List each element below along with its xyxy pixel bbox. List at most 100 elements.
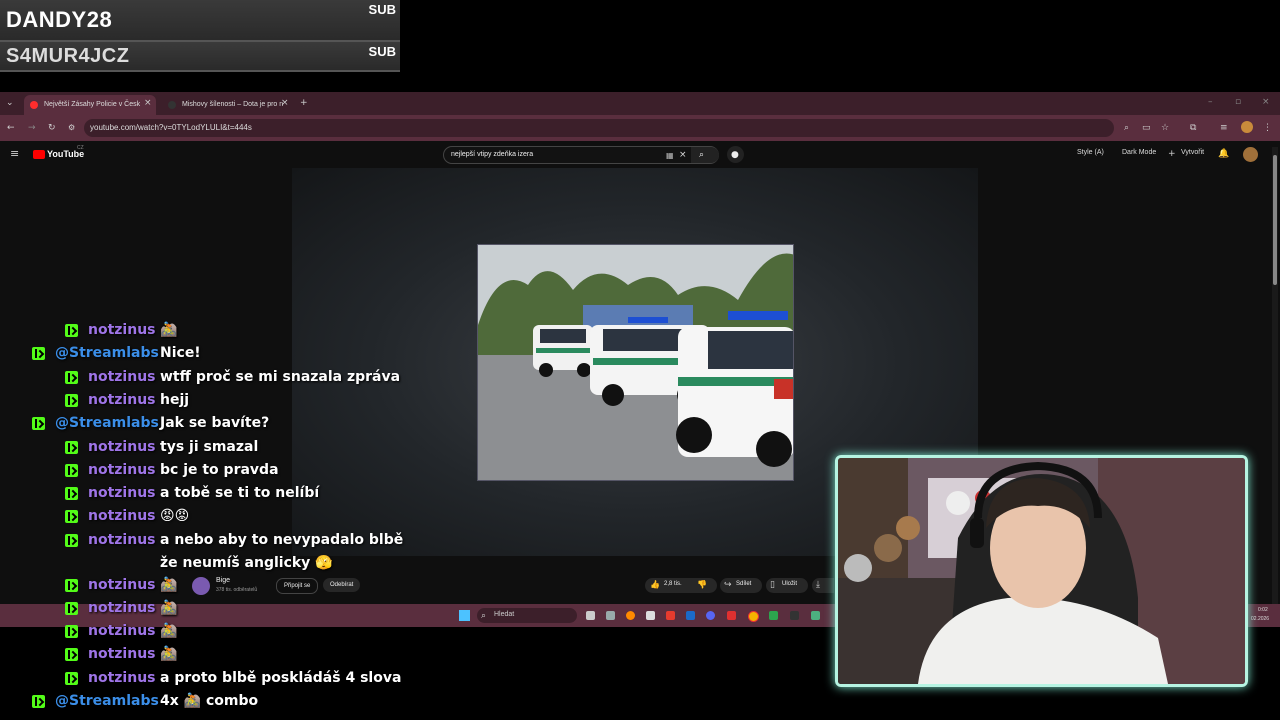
- address-bar: ← → ↻ ⚙ youtube.com/watch?v=0TYLodYLULI&…: [0, 115, 1280, 141]
- chat-username: notzinus: [88, 439, 156, 455]
- channel-avatar[interactable]: [192, 577, 210, 595]
- app-icon[interactable]: [727, 611, 736, 620]
- sub-alert-tag: SUB: [368, 44, 396, 59]
- translate-icon[interactable]: ≡: [1220, 122, 1228, 134]
- app-icon[interactable]: [646, 611, 655, 620]
- reload-icon[interactable]: ↻: [48, 122, 56, 134]
- app-icon[interactable]: [811, 611, 820, 620]
- page-scrollbar[interactable]: [1272, 147, 1278, 625]
- app-icon[interactable]: [626, 611, 635, 620]
- windows-start-icon[interactable]: [459, 610, 470, 621]
- chat-username: @Streamlabs: [55, 345, 159, 361]
- kick-badge-icon: [65, 510, 78, 523]
- search-input[interactable]: nejlepší vtipy zdeňka izera ▦ × ⌕: [443, 146, 719, 164]
- taskbar-clock[interactable]: 0:02: [1258, 607, 1268, 613]
- notifications-bell-icon[interactable]: 🔔: [1218, 148, 1229, 160]
- voice-search-button[interactable]: ●: [727, 146, 744, 163]
- share-button[interactable]: ↪ Sdílet: [720, 578, 762, 593]
- chat-message-text: 🚵: [160, 322, 178, 338]
- profile-avatar[interactable]: [1241, 121, 1253, 133]
- taskbar-date[interactable]: 02.2026: [1251, 616, 1269, 622]
- chat-message-text: 😡😡: [160, 508, 190, 524]
- kick-badge-icon: [32, 347, 45, 360]
- youtube-logo-icon[interactable]: [33, 150, 45, 159]
- close-tab-icon[interactable]: ×: [281, 97, 289, 109]
- tab-inactive[interactable]: Mishovy šílenosti – Dota je pro n: [162, 95, 290, 115]
- tab-bar: ⌄ Největší Zásahy Policie v Česk × Misho…: [0, 92, 1280, 115]
- create-plus-icon[interactable]: +: [1168, 148, 1176, 160]
- kick-badge-icon: [65, 371, 78, 384]
- scrollbar-thumb[interactable]: [1273, 155, 1277, 285]
- zoom-icon[interactable]: ⌕: [1124, 122, 1129, 134]
- tab-label: Mishovy šílenosti – Dota je pro n: [182, 101, 284, 108]
- sub-alert-1: DANDY28 SUB: [0, 0, 400, 42]
- dark-mode-button[interactable]: Dark Mode: [1122, 149, 1156, 156]
- url-text: youtube.com/watch?v=0TYLodYLULI&t=444s: [90, 123, 252, 132]
- close-window-icon[interactable]: ×: [1262, 96, 1270, 108]
- download-button[interactable]: ⤓: [812, 578, 834, 593]
- menu-icon[interactable]: ⋮: [1263, 122, 1272, 134]
- chrome-icon[interactable]: [748, 611, 759, 622]
- create-button[interactable]: Vytvořit: [1181, 149, 1204, 156]
- cast-icon[interactable]: ▭: [1142, 122, 1151, 134]
- task-view-icon[interactable]: [586, 611, 595, 620]
- taskbar-search[interactable]: ⌕ Hledat: [477, 608, 577, 623]
- save-button[interactable]: ▯ Uložit: [766, 578, 808, 593]
- chat-username: notzinus: [88, 532, 156, 548]
- microphone-icon: ●: [731, 150, 739, 160]
- chat-message-text: bc je to pravda: [160, 462, 279, 478]
- new-tab-icon[interactable]: +: [300, 97, 308, 109]
- chat-username: notzinus: [88, 670, 156, 686]
- kick-badge-icon: [65, 648, 78, 661]
- youtube-logo-country: CZ: [77, 145, 84, 151]
- maximize-icon[interactable]: ▫: [1235, 96, 1241, 108]
- sub-alert-tag: SUB: [368, 2, 396, 17]
- taskbar-search-icon: ⌕: [481, 611, 487, 621]
- webcam-feed: [835, 455, 1248, 687]
- keyboard-icon[interactable]: ▦: [666, 150, 674, 162]
- search-icon: ⌕: [699, 150, 705, 160]
- kick-badge-icon: [65, 487, 78, 500]
- site-info-icon[interactable]: ⚙: [68, 122, 75, 134]
- steam-icon[interactable]: [686, 611, 695, 620]
- dislike-icon[interactable]: 👎: [697, 579, 707, 591]
- search-button[interactable]: ⌕: [691, 147, 719, 163]
- tab-list-icon[interactable]: ⌄: [6, 97, 14, 109]
- like-icon[interactable]: 👍: [650, 579, 660, 591]
- subscribe-button[interactable]: Odebírat: [323, 578, 361, 592]
- chat-username: notzinus: [88, 322, 156, 338]
- like-count[interactable]: 2,8 tis.: [664, 581, 682, 587]
- sub-alert-name: DANDY28: [6, 7, 113, 32]
- back-icon[interactable]: ←: [7, 122, 15, 134]
- search-value: nejlepší vtipy zdeňka izera: [451, 151, 534, 158]
- tab-active[interactable]: Největší Zásahy Policie v Česk: [24, 95, 156, 115]
- app-icon[interactable]: [790, 611, 799, 620]
- minimize-icon[interactable]: –: [1208, 96, 1213, 108]
- bookmark-star-icon[interactable]: ☆: [1161, 122, 1169, 134]
- chat-message-text: 🚵: [160, 623, 178, 639]
- kick-badge-icon: [65, 672, 78, 685]
- subscriber-count: 378 tis. odběratelů: [216, 587, 258, 593]
- user-avatar[interactable]: [1243, 147, 1258, 162]
- extensions-icon[interactable]: ⧉: [1190, 122, 1196, 134]
- chat-message-text: wtff proč se mi snazala zpráva: [160, 369, 401, 385]
- channel-name[interactable]: Bige: [216, 577, 230, 584]
- url-input[interactable]: youtube.com/watch?v=0TYLodYLULI&t=444s: [84, 119, 1114, 137]
- widgets-icon[interactable]: [606, 611, 615, 620]
- police-cars-photo: [478, 245, 793, 480]
- join-button[interactable]: Připojit se: [276, 578, 319, 594]
- clear-search-icon[interactable]: ×: [679, 149, 687, 161]
- kick-badge-icon: [65, 534, 78, 547]
- style-button[interactable]: Style (A): [1077, 149, 1104, 156]
- discord-icon[interactable]: [706, 611, 715, 620]
- chat-message-text: a proto blbě poskládáš 4 slova: [160, 670, 402, 686]
- app-icon[interactable]: [666, 611, 675, 620]
- chat-message-text: a tobě se ti to nelíbí: [160, 485, 320, 501]
- close-tab-icon[interactable]: ×: [144, 97, 152, 109]
- hamburger-icon[interactable]: ≡: [10, 148, 19, 160]
- forward-icon[interactable]: →: [28, 122, 36, 134]
- sub-alert-2: S4MUR4JCZ SUB: [0, 42, 400, 72]
- chat-username: @Streamlabs: [55, 415, 159, 431]
- app-icon[interactable]: [769, 611, 778, 620]
- chat-username: notzinus: [88, 508, 156, 524]
